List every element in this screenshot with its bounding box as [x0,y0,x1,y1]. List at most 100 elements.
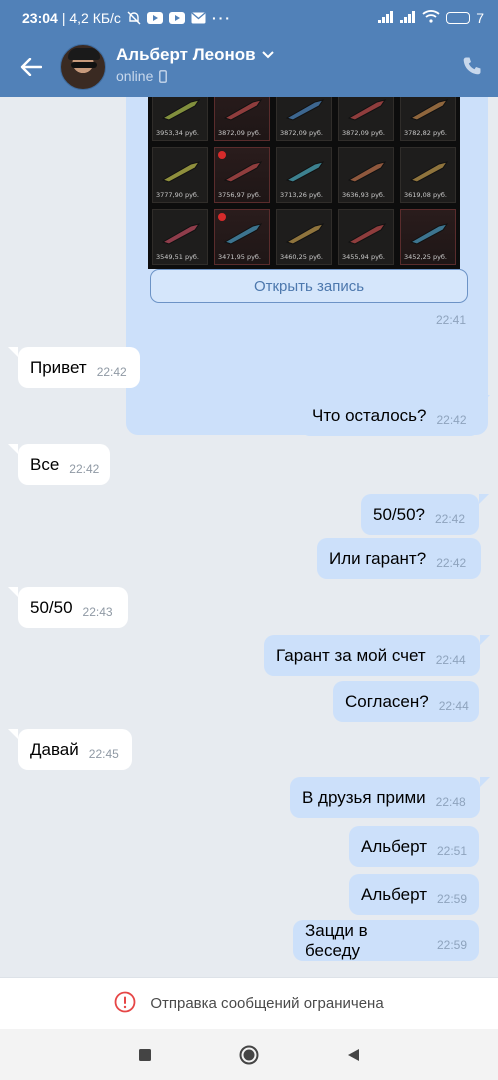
status-net-speed: | 4,2 КБ/с [61,10,121,26]
incoming-message[interactable]: Давай 22:45 [8,729,132,770]
messaging-restricted-bar: Отправка сообщений ограничена [0,977,498,1029]
outgoing-message[interactable]: Альберт 22:51 [349,826,479,867]
mobile-icon [159,69,168,83]
message-time: 22:42 [436,555,467,570]
contact-name: Альберт Леонов [116,45,256,64]
message-time: 22:42 [69,461,100,476]
signal-icon [378,10,394,26]
weapon-skin-image [347,160,387,184]
skin-tile: 3953,34 руб. [152,97,208,141]
skin-price: 3460,25 руб. [280,253,323,261]
chevron-down-icon [261,51,274,59]
incoming-message[interactable]: Привет 22:42 [8,347,140,388]
warning-icon [114,991,136,1017]
outgoing-message[interactable]: Зацди в беседу 22:59 [293,920,479,961]
chat-header: Альберт Леонов online [0,40,498,96]
message-time: 22:42 [96,364,127,379]
recents-square-icon[interactable] [133,1043,157,1067]
outgoing-message[interactable]: Альберт 22:59 [349,874,479,915]
open-post-button[interactable]: Открыть запись [150,269,468,303]
message-text: Согласен? [345,691,429,711]
top-bar: 23:04 | 4,2 КБ/с ··· 7 Альберт Леонов on… [0,0,498,97]
alert-icon [218,151,226,159]
message-time: 22:42 [436,412,467,427]
chat-area[interactable]: 3953,34 руб. 3872,09 руб. 3872,09 руб. 3872… [0,97,498,977]
message-text: Привет [30,357,87,377]
skin-tile: 3455,94 руб. [338,209,394,265]
skin-price: 3953,34 руб. [156,129,199,137]
skin-tile: 3782,82 руб. [400,97,456,141]
status-bar: 23:04 | 4,2 КБ/с ··· 7 [0,0,498,36]
signal-icon [400,10,416,26]
message-text: Все [30,454,60,474]
youtube-icon [146,12,163,24]
battery-icon [446,12,471,24]
status-time: 23:04 [22,10,58,26]
message-text: 50/50 [30,597,73,617]
message-time: 22:59 [436,891,468,906]
skin-price: 3636,93 руб. [342,191,385,199]
outgoing-message[interactable]: Что осталось? 22:42 [300,395,490,436]
home-circle-icon[interactable] [237,1043,261,1067]
mute-bell-icon [127,11,141,25]
weapon-skin-image [347,222,387,246]
skin-price: 3549,51 руб. [156,253,199,261]
skin-tile: 3872,09 руб. [214,97,270,141]
weapon-skin-image [409,222,449,246]
mail-icon [191,12,206,24]
outgoing-message[interactable]: В друзья прими 22:48 [290,777,490,818]
outgoing-message[interactable]: 50/50? 22:42 [361,494,489,535]
weapon-skin-image [223,98,263,122]
weapon-skin-image [223,222,263,246]
weapon-skin-image [409,160,449,184]
skin-price: 3713,26 руб. [280,191,323,199]
message-text: Альберт [361,884,427,904]
incoming-message[interactable]: Все 22:42 [8,444,110,485]
message-time: 22:59 [436,937,467,952]
contact-name-button[interactable]: Альберт Леонов [116,45,274,65]
skin-tile: 3777,90 руб. [152,147,208,203]
phone-icon[interactable] [462,56,482,81]
battery-level: 7 [476,10,484,26]
weapon-skin-image [161,222,201,246]
message-time: 22:51 [436,843,468,858]
message-text: Гарант за мой счет [276,645,426,665]
message-time: 22:43 [82,604,113,619]
message-text: 50/50? [373,504,425,524]
back-arrow-icon[interactable] [14,50,48,84]
skin-tile: 3452,25 руб. [400,209,456,265]
restricted-text: Отправка сообщений ограничена [150,995,384,1012]
skin-price: 3455,94 руб. [342,253,385,261]
skin-price: 3872,09 руб. [218,129,261,137]
incoming-message[interactable]: 50/50 22:43 [8,587,128,628]
skin-price: 3872,09 руб. [342,129,385,137]
message-text: В друзья прими [302,787,426,807]
message-time: 22:41 [435,313,466,327]
message-text: Альберт [361,836,427,856]
message-text: Давай [30,739,79,759]
message-time: 22:42 [435,511,466,526]
weapon-skin-image [347,98,387,122]
outgoing-message[interactable]: Гарант за мой счет 22:44 [264,635,490,676]
weapon-skin-image [161,160,201,184]
avatar[interactable] [60,44,106,90]
skin-price: 3777,90 руб. [156,191,199,199]
wall-post-attachment[interactable]: 3953,34 руб. 3872,09 руб. 3872,09 руб. 3872… [126,97,488,435]
weapon-skin-image [285,98,325,122]
weapon-skin-image [409,98,449,122]
wifi-icon [422,10,440,26]
skin-tile: 3756,97 руб. [214,147,270,203]
weapon-skin-image [285,222,325,246]
message-time: 22:44 [438,698,469,713]
skin-price: 3619,08 руб. [404,191,447,199]
skin-price: 3756,97 руб. [218,191,261,199]
message-text: Или гарант? [329,548,427,568]
system-nav-bar [0,1029,498,1080]
message-text: Что осталось? [312,405,427,425]
outgoing-message[interactable]: Или гарант? 22:42 [317,538,481,579]
message-time: 22:48 [435,794,466,809]
weapon-skin-image [223,160,263,184]
skin-image-grid[interactable]: 3953,34 руб. 3872,09 руб. 3872,09 руб. 3872… [148,97,460,269]
outgoing-message[interactable]: Согласен? 22:44 [333,681,479,722]
back-triangle-icon[interactable] [341,1043,365,1067]
